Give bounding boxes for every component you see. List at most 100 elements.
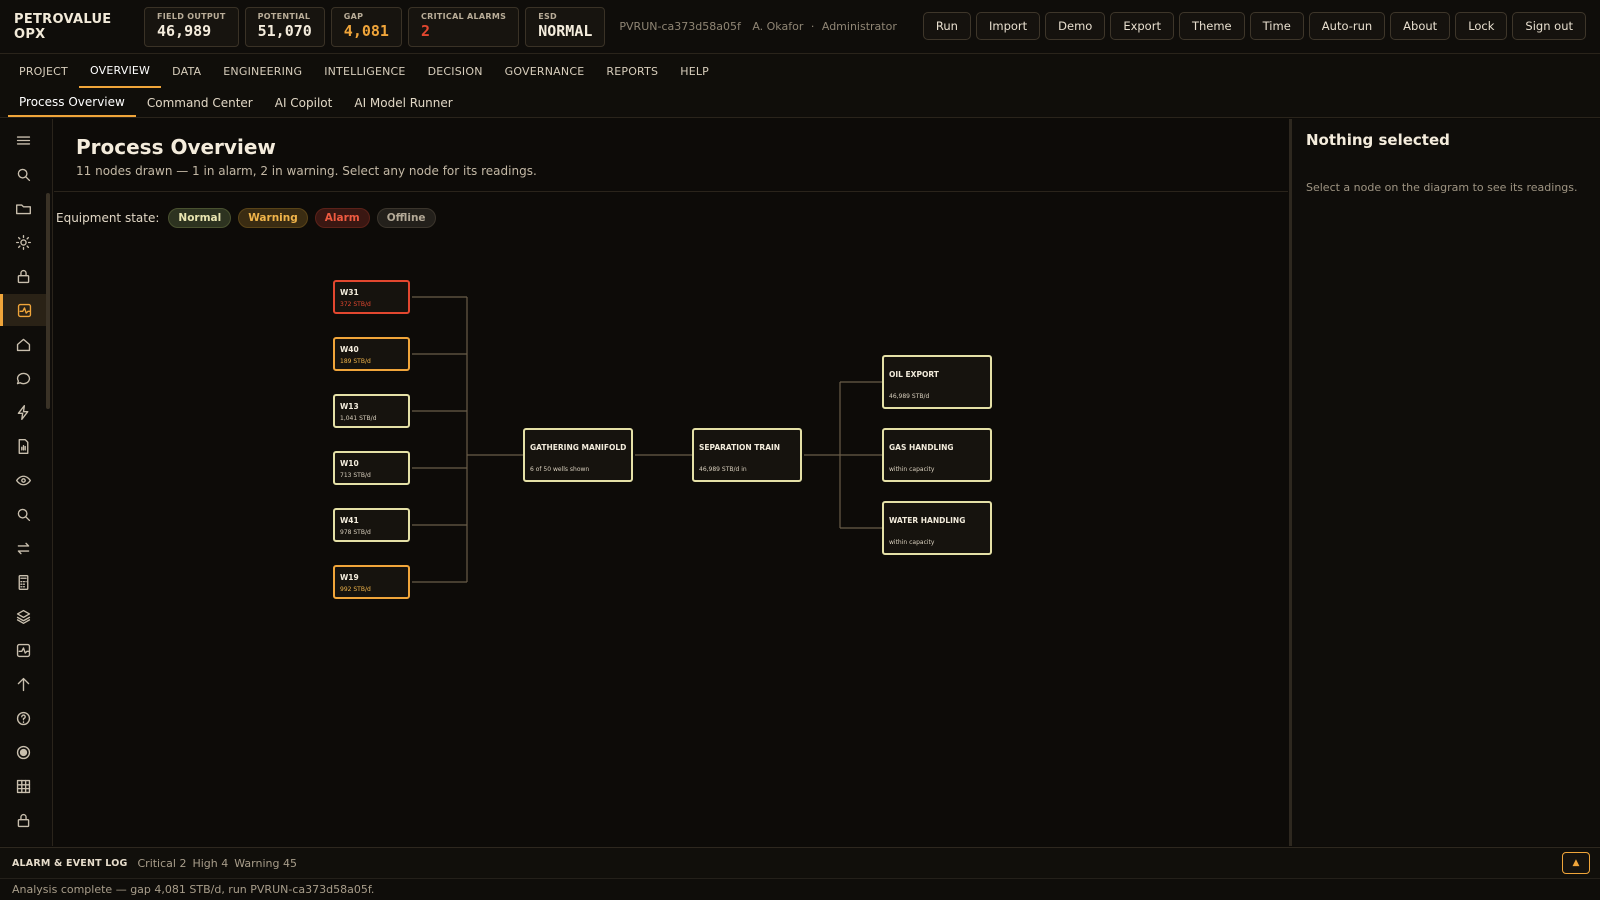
nav-reports[interactable]: REPORTS: [595, 54, 669, 88]
nav-intelligence[interactable]: INTELLIGENCE: [313, 54, 416, 88]
gas-handling-node[interactable]: GAS HANDLING within capacity: [882, 428, 992, 482]
import-button[interactable]: Import: [975, 12, 1041, 40]
home-icon[interactable]: [10, 331, 36, 357]
legend-label: Equipment state:: [56, 211, 160, 225]
kpi-value: 2: [420, 21, 430, 40]
nav-data[interactable]: DATA: [161, 54, 212, 88]
kpi-field-output: FIELD OUTPUT 46,989: [144, 6, 239, 47]
kpi-label: GAP: [343, 11, 364, 21]
log-expand-button[interactable]: ▲: [1562, 852, 1590, 874]
page-subtitle: 11 nodes drawn — 1 in alarm, 2 in warnin…: [76, 164, 537, 178]
lock-button[interactable]: Lock: [1455, 12, 1508, 40]
demo-button[interactable]: Demo: [1045, 12, 1106, 40]
auto-run-button[interactable]: Auto-run: [1308, 12, 1386, 40]
nav-help[interactable]: HELP: [669, 54, 720, 88]
node-name: WATER HANDLING: [889, 516, 966, 525]
inspector-title: Nothing selected: [1306, 131, 1450, 149]
run-button[interactable]: Run: [922, 12, 971, 40]
node-name: W13: [340, 402, 359, 411]
kpi-value: 46,989: [157, 21, 212, 40]
sign-out-button[interactable]: Sign out: [1512, 12, 1586, 40]
kpi-label: FIELD OUTPUT: [157, 11, 226, 21]
calculator-icon[interactable]: [10, 569, 36, 595]
nav-engineering[interactable]: ENGINEERING: [212, 54, 313, 88]
node-name: W10: [340, 459, 359, 468]
legend-warning[interactable]: Warning: [238, 208, 308, 228]
kpi-value: NORMAL: [538, 21, 593, 40]
node-name: GATHERING MANIFOLD: [530, 443, 627, 452]
node-reading: 978 STB/d: [340, 529, 371, 536]
lock-icon[interactable]: [10, 263, 36, 289]
nav-decision[interactable]: DECISION: [417, 54, 494, 88]
pulse-icon[interactable]: [10, 637, 36, 663]
kpi-label: POTENTIAL: [257, 11, 311, 21]
connector-lines: [412, 296, 882, 583]
node-name: W19: [340, 573, 359, 582]
tab-ai-copilot[interactable]: AI Copilot: [264, 88, 344, 117]
nav-overview[interactable]: OVERVIEW: [78, 54, 162, 88]
sub-nav: Process Overview Command Center AI Copilot…: [0, 88, 1600, 118]
log-title: ALARM & EVENT LOG: [12, 857, 128, 869]
kpi-value: 51,070: [257, 21, 312, 40]
sidebar-scrollbar[interactable]: [46, 193, 50, 409]
menu-icon[interactable]: [10, 127, 36, 153]
legend-alarm[interactable]: Alarm: [314, 208, 370, 228]
time-button[interactable]: Time: [1249, 12, 1304, 40]
lock-icon[interactable]: [10, 807, 36, 833]
search-icon[interactable]: [10, 161, 36, 187]
run-meta: PVRUN-ca373d58a05f A. Okafor · Administr…: [619, 20, 896, 33]
user-role: Administrator: [821, 20, 897, 33]
chat-icon[interactable]: [10, 365, 36, 391]
gathering-manifold-node[interactable]: GATHERING MANIFOLD 6 of 50 wells shown: [523, 428, 633, 482]
separation-train-node[interactable]: SEPARATION TRAIN 46,989 STB/d in: [692, 428, 802, 482]
well-node-w19[interactable]: W19 992 STB/d: [333, 565, 410, 599]
grid-icon[interactable]: [10, 773, 36, 799]
water-handling-node[interactable]: WATER HANDLING within capacity: [882, 501, 992, 555]
node-name: SEPARATION TRAIN: [699, 443, 781, 452]
report-icon[interactable]: [10, 433, 36, 459]
state-legend: Equipment state: Normal Warning Alarm Of…: [56, 208, 436, 228]
process-canvas: Process Overview 11 nodes drawn — 1 in a…: [54, 119, 1288, 846]
arrow-up-icon[interactable]: [10, 671, 36, 697]
user-role-separator: ·: [810, 20, 815, 33]
export-button[interactable]: Export: [1110, 12, 1174, 40]
well-node-w10[interactable]: W10 713 STB/d: [333, 451, 410, 485]
swap-icon[interactable]: [10, 535, 36, 561]
record-icon[interactable]: [10, 739, 36, 765]
well-node-w40[interactable]: W40 189 STB/d: [333, 337, 410, 371]
kpi-gap: GAP 4,081: [330, 6, 402, 47]
node-name: GAS HANDLING: [889, 443, 954, 452]
node-name: OIL EXPORT: [889, 370, 939, 379]
well-node-w31[interactable]: W31 372 STB/d: [333, 280, 410, 314]
status-bar: Analysis complete — gap 4,081 STB/d, run…: [0, 878, 1600, 900]
node-name: W40: [340, 345, 359, 354]
oil-export-node[interactable]: OIL EXPORT 46,989 STB/d: [882, 355, 992, 409]
app-brand: PETROVALUE OPX: [14, 11, 112, 42]
theme-button[interactable]: Theme: [1178, 12, 1245, 40]
kpi-label: ESD: [538, 11, 557, 21]
folder-icon[interactable]: [10, 195, 36, 221]
help-icon[interactable]: [10, 705, 36, 731]
well-node-w13[interactable]: W13 1,041 STB/d: [333, 394, 410, 428]
tab-command-center[interactable]: Command Center: [136, 88, 264, 117]
about-button[interactable]: About: [1390, 12, 1451, 40]
magnifier-icon[interactable]: [10, 501, 36, 527]
kpi-value: 4,081: [343, 21, 389, 40]
alarm-log-bar[interactable]: ALARM & EVENT LOG Critical 2 High 4 Warnin…: [0, 847, 1600, 878]
gear-icon[interactable]: [10, 229, 36, 255]
legend-offline[interactable]: Offline: [376, 208, 436, 228]
eye-icon[interactable]: [10, 467, 36, 493]
bolt-icon[interactable]: [10, 399, 36, 425]
node-reading: 1,041 STB/d: [340, 415, 377, 422]
nav-project[interactable]: PROJECT: [8, 54, 79, 88]
well-node-w41[interactable]: W41 978 STB/d: [333, 508, 410, 542]
kpi-critical-alarms: CRITICAL ALARMS 2: [407, 6, 520, 47]
nav-governance[interactable]: GOVERNANCE: [494, 54, 596, 88]
tab-ai-model-runner[interactable]: AI Model Runner: [343, 88, 463, 117]
user-name: A. Okafor: [752, 20, 804, 33]
legend-normal[interactable]: Normal: [168, 208, 232, 228]
layers-icon[interactable]: [10, 603, 36, 629]
top-bar: PETROVALUE OPX FIELD OUTPUT 46,989 POTENTI…: [0, 0, 1600, 54]
tab-process-overview[interactable]: Process Overview: [8, 88, 136, 117]
activity-icon[interactable]: [0, 294, 46, 326]
